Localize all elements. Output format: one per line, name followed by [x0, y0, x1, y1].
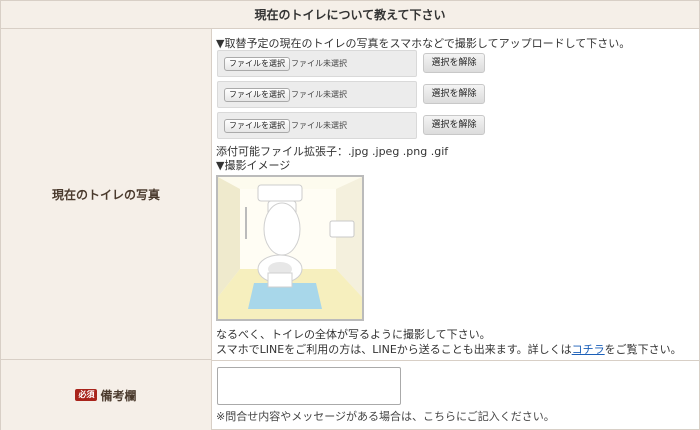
file-status: ファイル未選択: [291, 121, 347, 130]
file-input-2[interactable]: ファイルを選択 ファイル未選択: [217, 81, 417, 108]
section-header: 現在のトイレについて教えて下さい: [1, 1, 699, 29]
photo-row-label: 現在のトイレの写真: [1, 29, 212, 360]
remarks-label-text: 備考欄: [100, 388, 137, 403]
remarks-row-label: 必須 備考欄: [1, 360, 212, 430]
choose-file-button[interactable]: ファイルを選択: [224, 88, 290, 102]
file-input-1[interactable]: ファイルを選択 ファイル未選択: [217, 50, 417, 77]
file-status: ファイル未選択: [291, 90, 347, 99]
required-badge: 必須: [75, 389, 98, 401]
row-divider: [212, 360, 699, 361]
remarks-textarea[interactable]: [217, 367, 401, 405]
clear-selection-button-2[interactable]: 選択を解除: [423, 84, 485, 104]
clear-selection-button-1[interactable]: 選択を解除: [423, 53, 485, 73]
note-line-prefix: スマホでLINEをご利用の方は、LINEから送ることも出来ます。詳しくは: [216, 343, 572, 356]
clear-selection-button-3[interactable]: 選択を解除: [423, 115, 485, 135]
toilet-illustration: [218, 177, 362, 319]
choose-file-button[interactable]: ファイルを選択: [224, 57, 290, 71]
file-input-3[interactable]: ファイルを選択 ファイル未選択: [217, 112, 417, 139]
note-line-suffix: をご覧下さい。: [604, 343, 682, 356]
line-details-link[interactable]: コチラ: [572, 343, 605, 356]
note-whole-toilet: なるべく、トイレの全体が写るように撮影して下さい。: [216, 328, 491, 341]
photo-label-text: 現在のトイレの写真: [51, 187, 160, 202]
toilet-example-image: [216, 175, 364, 321]
choose-file-button[interactable]: ファイルを選択: [224, 119, 290, 133]
note-line: スマホでLINEをご利用の方は、LINEから送ることも出来ます。詳しくはコチラを…: [216, 341, 682, 357]
example-heading: ▼撮影イメージ: [216, 159, 291, 172]
file-status: ファイル未選択: [291, 59, 347, 68]
upload-instruction: ▼取替予定の現在のトイレの写真をスマホなどで撮影してアップロードして下さい。: [216, 37, 631, 50]
remarks-hint: ※問合せ内容やメッセージがある場合は、こちらにご記入ください。: [216, 410, 555, 423]
